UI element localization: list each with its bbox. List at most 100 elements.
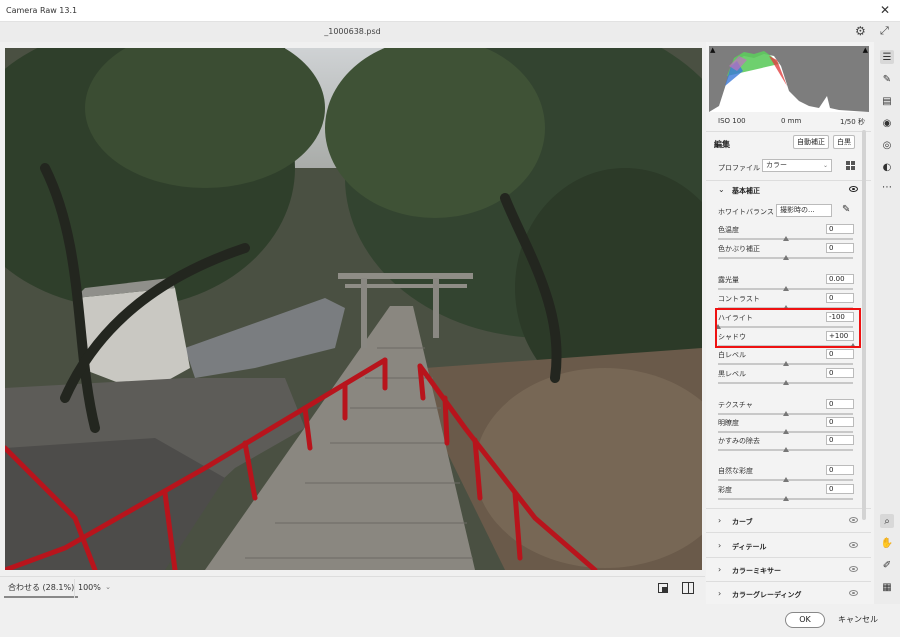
slider-thumb[interactable] <box>782 255 789 260</box>
white-balance-select[interactable]: 撮影時の... <box>776 204 832 217</box>
slider-track[interactable] <box>718 411 853 416</box>
eyedropper-icon[interactable]: ✐ <box>880 558 894 572</box>
ok-button[interactable]: OK <box>785 612 825 628</box>
divider <box>706 508 871 509</box>
redeye-icon[interactable]: ◎ <box>880 138 894 152</box>
auto-button[interactable]: 自動補正 <box>793 135 829 149</box>
slider-label: 色かぶり補正 <box>718 245 760 253</box>
shadow-clipping-icon[interactable]: ▲ <box>710 46 715 54</box>
gear-icon[interactable]: ⚙ <box>855 24 866 38</box>
section-grading-header[interactable]: › カラーグレーディング <box>706 586 871 602</box>
section-basic-header[interactable]: ⌄ 基本補正 <box>706 182 871 198</box>
slider-track[interactable] <box>718 447 853 452</box>
slider-value-field[interactable]: 0 <box>826 368 854 378</box>
slider-value-field[interactable]: 0 <box>826 399 854 409</box>
slider-track[interactable] <box>718 380 853 385</box>
slider-value-field[interactable]: 0 <box>826 349 854 359</box>
close-icon[interactable]: ✕ <box>880 3 890 17</box>
visibility-eye-icon[interactable] <box>849 566 858 572</box>
edit-sliders-icon[interactable]: ☰ <box>880 50 894 64</box>
profile-browser-icon[interactable] <box>846 161 855 170</box>
slider-label: 白レベル <box>718 351 746 359</box>
view-mode-icon[interactable] <box>658 583 668 593</box>
slider-label: 黒レベル <box>718 370 746 378</box>
slider-value-field[interactable]: 0.00 <box>826 274 854 284</box>
title-bar: Camera Raw 13.1 ✕ <box>0 0 900 22</box>
slider-value-field[interactable]: 0 <box>826 484 854 494</box>
divider <box>706 557 871 558</box>
slider-label: 色温度 <box>718 226 739 234</box>
cancel-button[interactable]: キャンセル <box>838 614 878 625</box>
section-detail-header[interactable]: › ディテール <box>706 538 871 554</box>
radial-icon[interactable]: ◉ <box>880 116 894 130</box>
slider-value-field[interactable]: 0 <box>826 465 854 475</box>
fullscreen-icon[interactable]: ⤢ <box>880 24 889 38</box>
brush-icon[interactable]: ✎ <box>880 72 894 86</box>
slider-label: コントラスト <box>718 295 760 303</box>
slider-thumb[interactable] <box>782 429 789 434</box>
eyedropper-icon[interactable]: ✎ <box>842 204 850 215</box>
grid-icon[interactable]: ▦ <box>880 580 894 594</box>
slider-thumb[interactable] <box>782 496 789 501</box>
slider-track[interactable] <box>718 255 853 260</box>
section-mixer-header[interactable]: › カラーミキサー <box>706 562 871 578</box>
slider-label: 明瞭度 <box>718 419 739 427</box>
slider-thumb[interactable] <box>782 477 789 482</box>
divider <box>706 532 871 533</box>
highlight-clipping-icon[interactable]: ▲ <box>863 46 868 54</box>
slider-thumb[interactable] <box>782 236 789 241</box>
slider-track[interactable] <box>718 477 853 482</box>
chevron-right-icon: › <box>718 565 722 574</box>
slider-value-field[interactable]: 0 <box>826 293 854 303</box>
visibility-eye-icon[interactable] <box>849 542 858 548</box>
divider <box>706 180 871 181</box>
chevron-right-icon: › <box>718 516 722 525</box>
slider-label: かすみの除去 <box>718 437 760 445</box>
image-canvas[interactable] <box>5 48 702 570</box>
slider-thumb[interactable] <box>782 380 789 385</box>
histogram: ▲ ▲ <box>709 46 869 112</box>
bw-button[interactable]: 白黒 <box>833 135 855 149</box>
slider-track[interactable] <box>718 361 853 366</box>
edit-heading: 編集 <box>714 140 730 149</box>
zoom-icon[interactable]: ⌕ <box>880 514 894 528</box>
slider-track[interactable] <box>718 496 853 501</box>
visibility-eye-icon[interactable] <box>849 590 858 596</box>
slider-thumb[interactable] <box>782 286 789 291</box>
slider-value-field[interactable]: 0 <box>826 243 854 253</box>
chevron-right-icon: › <box>718 541 722 550</box>
top-bar: _1000638.psd ⚙ ⤢ <box>0 22 900 42</box>
white-balance-label: ホワイトバランス <box>718 208 774 216</box>
mask-icon[interactable]: ◐ <box>880 160 894 174</box>
zoom-level-value: 100% <box>78 583 101 592</box>
zoom-fit-button[interactable]: 合わせる (28.1%) <box>4 579 79 598</box>
zoom-level-select[interactable]: 100% ⌄ <box>74 579 114 598</box>
before-after-icon[interactable] <box>682 582 694 594</box>
profile-select[interactable]: カラー ⌄ <box>762 159 832 172</box>
hand-icon[interactable]: ✋ <box>880 536 894 550</box>
iso-value: ISO 100 <box>718 117 746 125</box>
photo-preview <box>5 48 702 570</box>
slider-value-field[interactable]: 0 <box>826 435 854 445</box>
profile-value: カラー <box>766 161 787 169</box>
section-detail-title: ディテール <box>732 543 767 551</box>
canvas-bottom-bar: 合わせる (28.1%) 100% ⌄ <box>0 576 705 600</box>
chevron-down-icon: ⌄ <box>718 185 725 194</box>
slider-track[interactable] <box>718 286 853 291</box>
panel-scrollbar[interactable] <box>862 130 866 520</box>
slider-track[interactable] <box>718 429 853 434</box>
gradient-icon[interactable]: ▤ <box>880 94 894 108</box>
slider-thumb[interactable] <box>782 447 789 452</box>
tool-strip: ☰ ✎ ▤ ◉ ◎ ◐ ⋯ ⌕ ✋ ✐ ▦ <box>874 42 900 604</box>
slider-thumb[interactable] <box>782 361 789 366</box>
slider-value-field[interactable]: 0 <box>826 224 854 234</box>
section-curve-header[interactable]: › カーブ <box>706 513 871 529</box>
visibility-eye-icon[interactable] <box>849 517 858 523</box>
visibility-eye-icon[interactable] <box>849 186 858 192</box>
more-icon[interactable]: ⋯ <box>880 180 894 194</box>
slider-thumb[interactable] <box>782 411 789 416</box>
chevron-right-icon: › <box>718 589 722 598</box>
slider-value-field[interactable]: 0 <box>826 417 854 427</box>
slider-track[interactable] <box>718 236 853 241</box>
divider <box>706 581 871 582</box>
